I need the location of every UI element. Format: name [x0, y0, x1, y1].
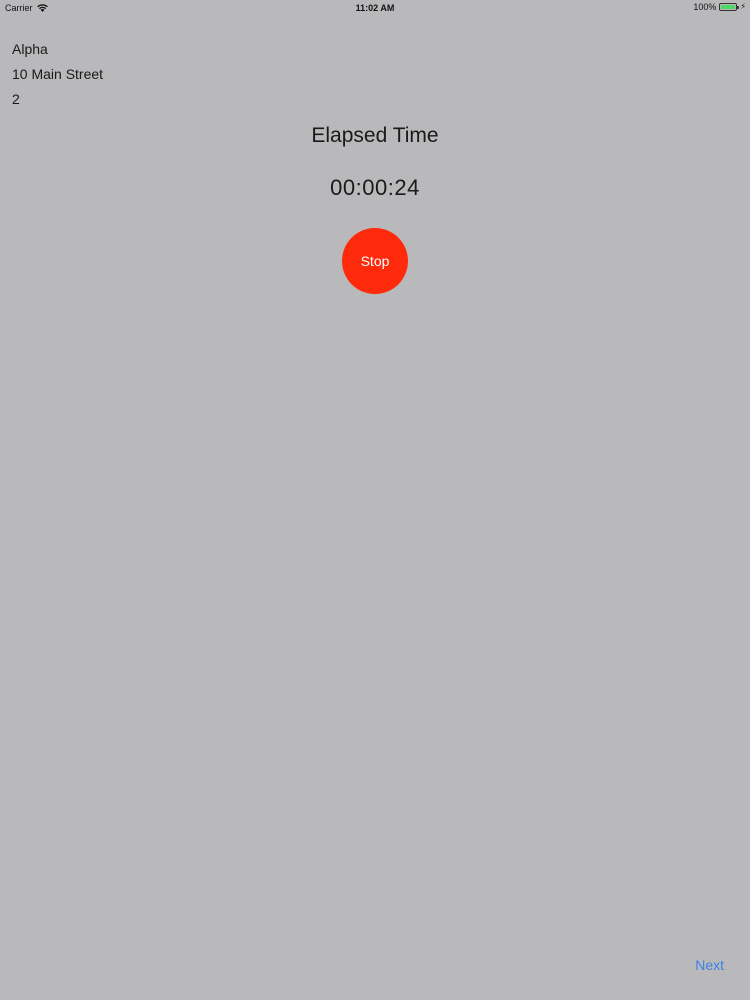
info-number: 2 [12, 91, 20, 107]
info-name: Alpha [12, 41, 48, 57]
elapsed-time-value: 00:00:24 [330, 175, 420, 200]
battery-group: 100% ⚡ [693, 2, 746, 12]
battery-icon [719, 3, 740, 11]
elapsed-time-title: Elapsed Time [311, 124, 439, 147]
status-bar: Carrier 11:02 AM 100% ⚡ [0, 0, 750, 15]
charging-icon: ⚡ [740, 2, 746, 11]
battery-fill [721, 5, 736, 9]
next-button[interactable]: Next [695, 957, 724, 973]
info-address: 10 Main Street [12, 66, 104, 82]
status-time: 11:02 AM [355, 3, 395, 13]
info-block: Alpha 10 Main Street 2 [12, 37, 103, 112]
stop-button[interactable]: Stop [342, 228, 408, 294]
battery-percent: 100% [693, 2, 717, 12]
battery-tip [737, 6, 740, 9]
